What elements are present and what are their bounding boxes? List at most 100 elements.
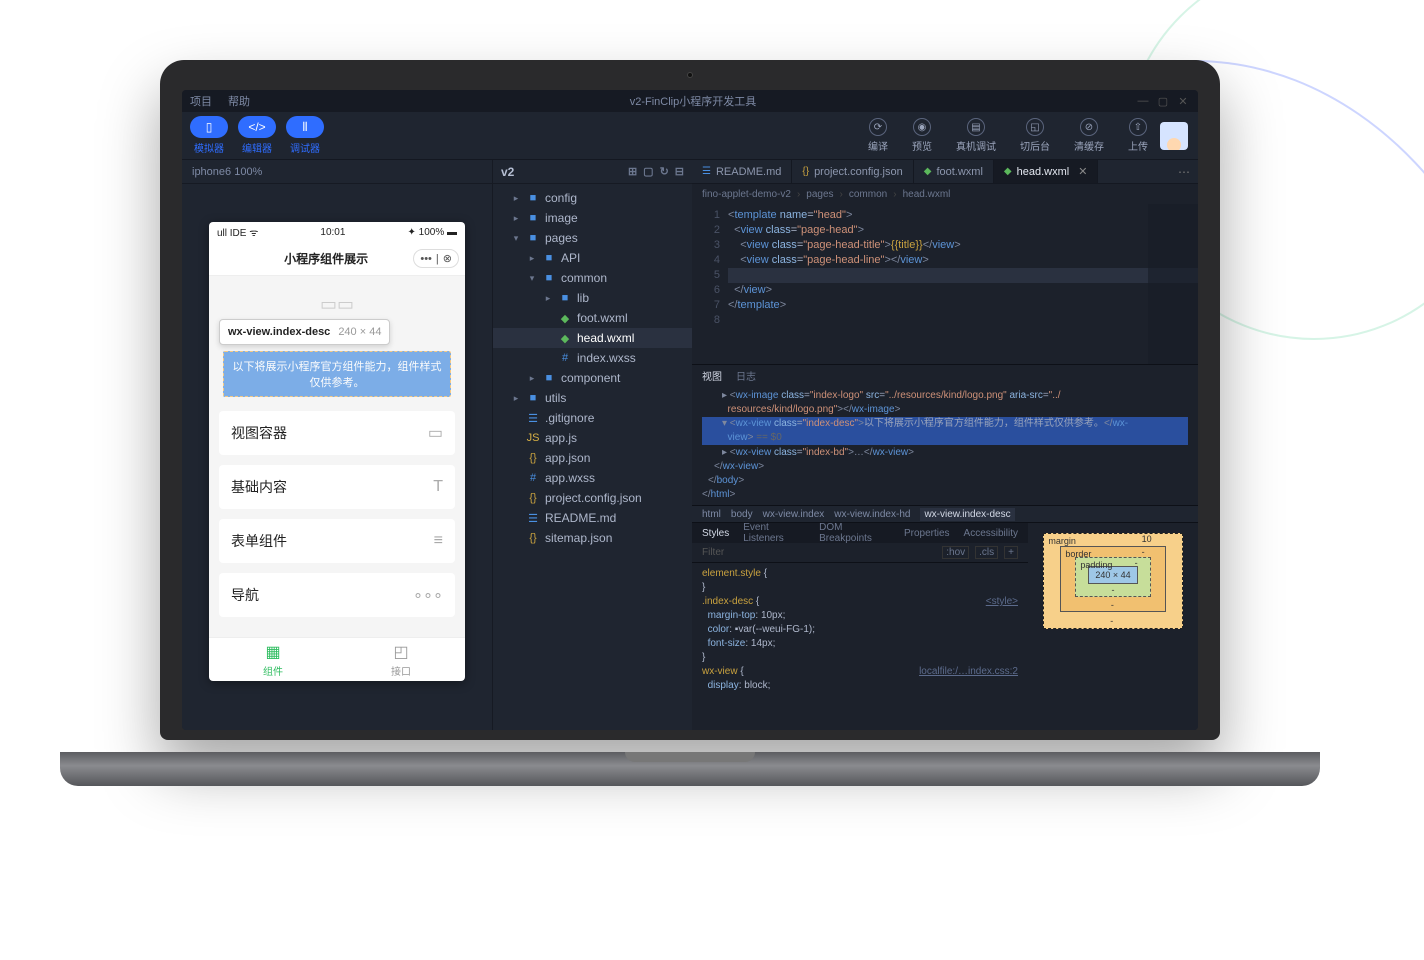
tree-file[interactable]: #index.wxss bbox=[493, 348, 692, 368]
list-item[interactable]: 视图容器▭ bbox=[219, 411, 455, 455]
camera-dot bbox=[687, 72, 693, 78]
cube-icon: ◰ bbox=[393, 642, 408, 662]
phone-tabbar: ▦组件 ◰接口 bbox=[209, 637, 465, 681]
tree-folder[interactable]: ▸■component bbox=[493, 368, 692, 388]
window-title: v2-FinClip小程序开发工具 bbox=[266, 93, 1120, 109]
list-item[interactable]: 表单组件≡ bbox=[219, 519, 455, 563]
devtools-tab-console[interactable]: 日志 bbox=[736, 368, 756, 383]
more-icon[interactable]: ••• bbox=[420, 253, 432, 265]
close-icon[interactable]: ✕ bbox=[1176, 95, 1190, 108]
explorer-root-label: v2 bbox=[501, 165, 514, 179]
inspect-tooltip: wx-view.index-desc240 × 44 bbox=[219, 319, 390, 345]
tab-components[interactable]: ▦组件 bbox=[209, 638, 337, 681]
devtools: 视图 日志 ▸ <wx-image class="index-logo" src… bbox=[692, 364, 1198, 730]
menu-project[interactable]: 项目 bbox=[190, 93, 212, 109]
phone-status-bar: ull IDE ᯤ10:01✦ 100% ▬ bbox=[209, 222, 465, 242]
simulator-panel: iphone6 100% ull IDE ᯤ10:01✦ 100% ▬ 小程序组… bbox=[182, 160, 492, 730]
devtools-tab-elements[interactable]: 视图 bbox=[702, 368, 722, 383]
new-file-icon[interactable]: ⊞ bbox=[628, 165, 637, 178]
tab-head-wxml[interactable]: ◆head.wxml✕ bbox=[994, 160, 1099, 183]
listeners-tab[interactable]: Event Listeners bbox=[743, 522, 805, 544]
logo-placeholder: ▭▭ bbox=[219, 294, 455, 315]
editor-panel: ☰README.md {}project.config.json ◆foot.w… bbox=[692, 160, 1198, 730]
tree-file-selected[interactable]: ◆head.wxml bbox=[493, 328, 692, 348]
laptop-base bbox=[60, 752, 1320, 786]
dom-path-item-active[interactable]: wx-view.index-desc bbox=[920, 508, 1014, 521]
tree-file[interactable]: JSapp.js bbox=[493, 428, 692, 448]
phone-page-title: 小程序组件展示 bbox=[239, 250, 413, 267]
action-background[interactable]: ◱切后台 bbox=[1020, 118, 1050, 153]
close-tab-icon[interactable]: ✕ bbox=[1078, 165, 1087, 178]
file-explorer: v2 ⊞ ▢ ↻ ⊟ ▸■config ▸■image ▾■pages ▸■AP… bbox=[492, 160, 692, 730]
mode-debugger[interactable]: ⫴调试器 bbox=[284, 116, 326, 155]
elements-tree[interactable]: ▸ <wx-image class="index-logo" src="../r… bbox=[692, 385, 1198, 505]
tree-file[interactable]: {}sitemap.json bbox=[493, 528, 692, 548]
list-item[interactable]: 导航∘∘∘ bbox=[219, 573, 455, 617]
minimap[interactable] bbox=[1148, 204, 1198, 364]
action-compile[interactable]: ⟳编译 bbox=[868, 118, 888, 153]
tree-file[interactable]: ☰README.md bbox=[493, 508, 692, 528]
tree-file[interactable]: {}project.config.json bbox=[493, 488, 692, 508]
container-icon: ▭ bbox=[428, 423, 443, 443]
text-icon: T bbox=[433, 478, 443, 496]
dom-breadcrumb: html body wx-view.index wx-view.index-hd… bbox=[692, 505, 1198, 523]
action-remote-debug[interactable]: ▤真机调试 bbox=[956, 118, 996, 153]
tree-file[interactable]: #app.wxss bbox=[493, 468, 692, 488]
breadcrumb: fino-applet-demo-v2› pages› common› head… bbox=[692, 184, 1198, 204]
tab-readme[interactable]: ☰README.md bbox=[692, 160, 792, 183]
laptop-frame: 项目 帮助 v2-FinClip小程序开发工具 — ▢ ✕ ▯模拟器 </>编辑… bbox=[160, 60, 1220, 780]
mode-simulator[interactable]: ▯模拟器 bbox=[188, 116, 230, 155]
collapse-icon[interactable]: ⊟ bbox=[675, 165, 684, 178]
capsule-button[interactable]: •••|⊗ bbox=[413, 249, 459, 268]
action-upload[interactable]: ⇧上传 bbox=[1128, 118, 1148, 153]
mode-editor[interactable]: </>编辑器 bbox=[236, 116, 278, 155]
tab-project-config[interactable]: {}project.config.json bbox=[792, 160, 913, 183]
breakpoints-tab[interactable]: DOM Breakpoints bbox=[819, 522, 890, 544]
dom-path-item[interactable]: html bbox=[702, 509, 721, 520]
tree-folder[interactable]: ▾■common bbox=[493, 268, 692, 288]
grid-icon: ▦ bbox=[265, 642, 280, 662]
list-item[interactable]: 基础内容T bbox=[219, 465, 455, 509]
minimize-icon[interactable]: — bbox=[1136, 95, 1150, 108]
tab-foot-wxml[interactable]: ◆foot.wxml bbox=[914, 160, 994, 183]
toolbar: ▯模拟器 </>编辑器 ⫴调试器 ⟳编译 ◉预览 ▤真机调试 ◱切后台 ⊘清缓存… bbox=[182, 112, 1198, 160]
cls-toggle[interactable]: .cls bbox=[975, 546, 998, 559]
filter-input[interactable]: Filter bbox=[702, 547, 724, 558]
css-rules[interactable]: element.style { } <style>.index-desc { m… bbox=[692, 563, 1028, 730]
simulator-device-label: iphone6 100% bbox=[182, 160, 492, 184]
tabs-overflow-icon[interactable]: ⋯ bbox=[1170, 160, 1198, 183]
tree-file[interactable]: ◆foot.wxml bbox=[493, 308, 692, 328]
tree-file[interactable]: ☰.gitignore bbox=[493, 408, 692, 428]
avatar[interactable] bbox=[1160, 122, 1188, 150]
tree-file[interactable]: {}app.json bbox=[493, 448, 692, 468]
phone-nav-bar: 小程序组件展示 •••|⊗ bbox=[209, 242, 465, 276]
dom-path-item[interactable]: wx-view.index-hd bbox=[834, 509, 910, 520]
new-rule-button[interactable]: + bbox=[1004, 546, 1018, 559]
action-clear-cache[interactable]: ⊘清缓存 bbox=[1074, 118, 1104, 153]
hov-toggle[interactable]: :hov bbox=[942, 546, 969, 559]
box-model: margin 10 border - padding - 240 × 4 bbox=[1028, 523, 1198, 730]
editor-tabs: ☰README.md {}project.config.json ◆foot.w… bbox=[692, 160, 1198, 184]
tree-folder[interactable]: ▸■image bbox=[493, 208, 692, 228]
menubar: 项目 帮助 v2-FinClip小程序开发工具 — ▢ ✕ bbox=[182, 90, 1198, 112]
menu-help[interactable]: 帮助 bbox=[228, 93, 250, 109]
a11y-tab[interactable]: Accessibility bbox=[964, 528, 1018, 539]
dom-path-item[interactable]: body bbox=[731, 509, 753, 520]
styles-tab[interactable]: Styles bbox=[702, 528, 729, 539]
new-folder-icon[interactable]: ▢ bbox=[643, 165, 653, 178]
close-circle-icon[interactable]: ⊗ bbox=[443, 252, 452, 265]
tree-folder[interactable]: ▸■config bbox=[493, 188, 692, 208]
code-editor[interactable]: 12345678 <template name="head"> <view cl… bbox=[692, 204, 1198, 364]
action-preview[interactable]: ◉预览 bbox=[912, 118, 932, 153]
refresh-icon[interactable]: ↻ bbox=[660, 165, 669, 178]
tab-api[interactable]: ◰接口 bbox=[337, 638, 465, 681]
phone-frame: ull IDE ᯤ10:01✦ 100% ▬ 小程序组件展示 •••|⊗ ▭▭ … bbox=[209, 222, 465, 681]
tree-folder[interactable]: ▾■pages bbox=[493, 228, 692, 248]
tree-folder[interactable]: ▸■lib bbox=[493, 288, 692, 308]
more-horiz-icon: ∘∘∘ bbox=[413, 585, 443, 605]
tree-folder[interactable]: ▸■API bbox=[493, 248, 692, 268]
properties-tab[interactable]: Properties bbox=[904, 528, 950, 539]
tree-folder[interactable]: ▸■utils bbox=[493, 388, 692, 408]
maximize-icon[interactable]: ▢ bbox=[1156, 95, 1170, 108]
dom-path-item[interactable]: wx-view.index bbox=[763, 509, 825, 520]
